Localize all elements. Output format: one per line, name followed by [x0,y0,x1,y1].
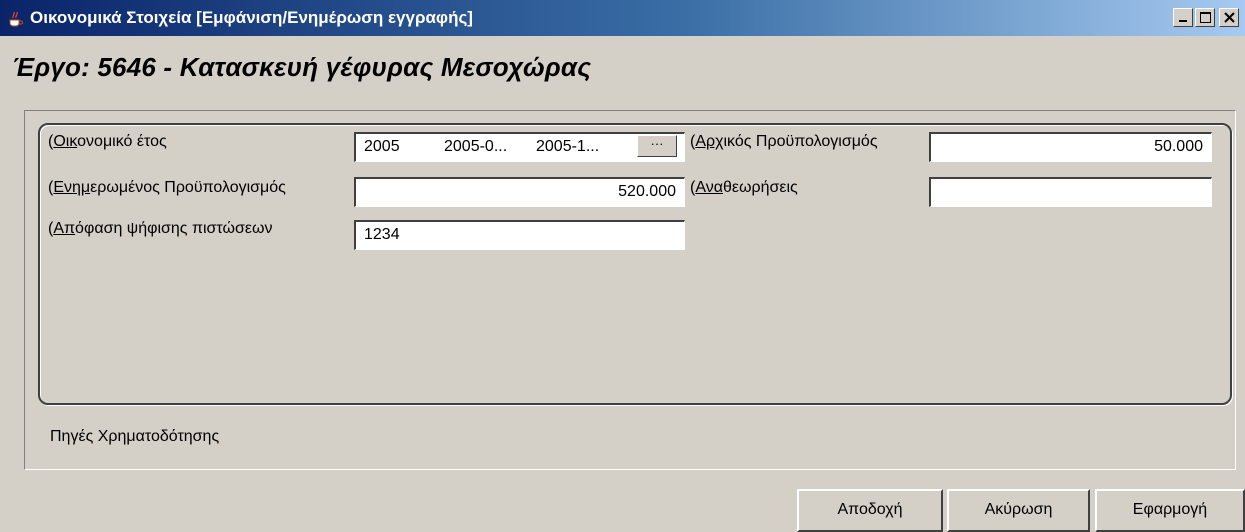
page-title: Έργο: 5646 - Κατασκευή γέφυρας Μεσοχώρας [12,52,592,82]
close-button[interactable] [1219,8,1239,27]
initial-budget-label: (Αρχικός Προϋπολογισμός [690,133,878,150]
revisions-label: (Αναθεωρήσεις [690,179,798,196]
window-title: Οικονομικά Στοιχεία [Εμφάνιση/Ενημέρωση … [30,8,473,27]
java-cup-icon [6,9,24,27]
fiscal-year-lookup-button[interactable]: ··· [637,135,677,157]
close-icon [1224,12,1235,23]
cancel-button[interactable]: Ακύρωση [947,489,1090,532]
maximize-button[interactable] [1195,8,1215,27]
apply-button[interactable]: Εφαρμογή [1095,489,1245,532]
revisions-field[interactable] [929,177,1212,207]
minimize-button[interactable] [1173,8,1193,27]
fiscal-year-field[interactable]: 2005 2005-0... 2005-1... [354,132,685,162]
fiscal-year-end-date: 2005-1... [536,138,600,155]
credit-decision-field[interactable]: 1234 [354,220,685,250]
fiscal-year-value: 2005 [364,138,400,155]
fiscal-year-start-date: 2005-0... [444,138,508,155]
title-bar[interactable]: Οικονομικά Στοιχεία [Εμφάνιση/Ενημέρωση … [0,0,1245,36]
accept-button[interactable]: Αποδοχή [797,489,943,532]
initial-budget-field[interactable]: 50.000 [929,132,1212,162]
updated-budget-field[interactable]: 520.000 [354,177,685,207]
fiscal-year-label: (Οικονομικό έτος [48,133,167,150]
dialog-window: Οικονομικά Στοιχεία [Εμφάνιση/Ενημέρωση … [0,0,1245,532]
updated-budget-label: (Ενημερωμένος Προϋπολογισμός [48,179,286,196]
credit-decision-label: (Απόφαση ψήφισης πιστώσεων [48,220,273,237]
funding-sources-label: Πηγές Χρηματοδότησης [50,428,220,445]
form-group-box [38,123,1232,405]
